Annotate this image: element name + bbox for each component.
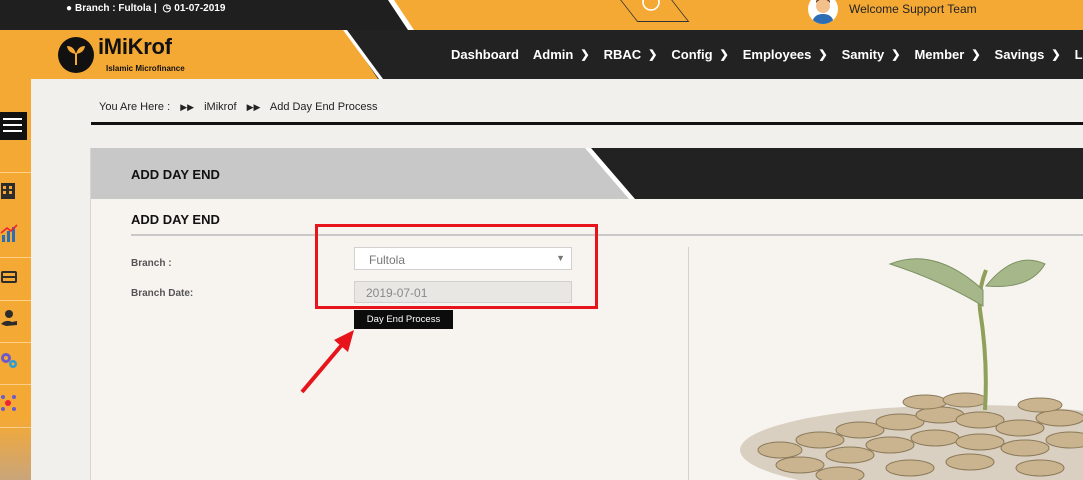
nav-item-label: Loans (1074, 47, 1083, 62)
chevron-right-icon: ❯ (719, 49, 729, 61)
chart-icon[interactable] (0, 223, 18, 243)
clock-icon: ◷ (162, 3, 172, 14)
arrow-icon (300, 330, 354, 394)
nav-item-label: Admin (532, 47, 574, 62)
nav-item-rbac[interactable]: RBAC ❯ (604, 47, 658, 62)
nav-item-label: Config (671, 47, 713, 62)
section-title: ADD DAY END (131, 212, 220, 227)
avatar[interactable] (808, 0, 838, 24)
nav-item-config[interactable]: Config ❯ (671, 47, 728, 62)
logo-tagline: Islamic Microfinance (106, 64, 185, 73)
chevron-right-icon: ❯ (648, 49, 658, 61)
branch-label: Branch : (131, 258, 172, 269)
chevron-right-icon: ❯ (580, 49, 590, 61)
day-end-process-button[interactable]: Day End Process (354, 310, 453, 329)
nav-item-label: RBAC (603, 47, 642, 62)
top-info-bar: ● Branch : Fultola | ◷ 01-07-2019 Welcome … (0, 0, 1083, 30)
breadcrumb-item-current: Add Day End Process (269, 101, 378, 113)
nav-item-loans[interactable]: Loans (1075, 47, 1083, 62)
globe-icon: ● (66, 3, 73, 14)
gears-icon[interactable] (0, 350, 18, 370)
branch-info: ● Branch : Fultola | ◷ 01-07-2019 (66, 3, 228, 14)
branch-date: 01-07-2019 (174, 3, 226, 14)
branch-date-label: Branch Date: (131, 288, 194, 299)
double-chevron-right-icon: ▶▶ (246, 102, 261, 112)
nav-item-admin[interactable]: Admin ❯ (533, 47, 590, 62)
section-divider (131, 234, 1083, 236)
cash-register-icon[interactable] (0, 265, 18, 285)
panel-header: ADD DAY END (91, 148, 1083, 199)
column-divider (688, 247, 689, 480)
nav-menu: Dashboard Admin ❯ RBAC ❯ Config ❯ Employees… (444, 30, 1083, 79)
chevron-right-icon: ❯ (971, 49, 981, 61)
breadcrumb-divider (91, 122, 1083, 125)
nav-item-samity[interactable]: Samity ❯ (842, 47, 901, 62)
nav-item-label: Employees (742, 47, 812, 62)
nav-item-label: Samity (841, 47, 885, 62)
nav-item-employees[interactable]: Employees ❯ (743, 47, 828, 62)
search-icon[interactable] (640, 0, 662, 16)
money-plant-image (740, 258, 1083, 480)
main-navbar: iMiKrof Islamic Microfinance Dashboard A… (0, 30, 1083, 79)
logo-icon[interactable] (58, 37, 94, 73)
nav-item-label: Savings (994, 47, 1045, 62)
breadcrumb-item-home[interactable]: iMikrof (204, 101, 236, 113)
nav-item-dashboard[interactable]: Dashboard (451, 47, 519, 62)
logo-name[interactable]: iMiKrof (98, 34, 172, 60)
breadcrumb: You Are Here : ▶▶ iMikrof ▶▶ Add Day End… (99, 101, 377, 113)
nav-item-member[interactable]: Member ❯ (914, 47, 980, 62)
branch-info-text: Branch : Fultola | (75, 3, 157, 14)
highlight-box (315, 224, 598, 309)
breadcrumb-prefix: You Are Here : (99, 101, 171, 113)
network-icon[interactable] (0, 393, 18, 413)
nav-item-savings[interactable]: Savings ❯ (995, 47, 1061, 62)
chevron-right-icon: ❯ (818, 49, 828, 61)
nav-item-label: Dashboard (451, 47, 519, 62)
chevron-right-icon: ❯ (891, 49, 901, 61)
welcome-text[interactable]: Welcome Support Team (849, 2, 977, 16)
hand-money-icon[interactable] (0, 308, 18, 328)
building-icon[interactable] (0, 180, 18, 200)
nav-item-label: Member (914, 47, 965, 62)
chevron-right-icon: ❯ (1051, 49, 1061, 61)
panel-title: ADD DAY END (131, 167, 220, 182)
hamburger-menu-icon[interactable] (0, 112, 27, 140)
double-chevron-right-icon: ▶▶ (180, 102, 195, 112)
